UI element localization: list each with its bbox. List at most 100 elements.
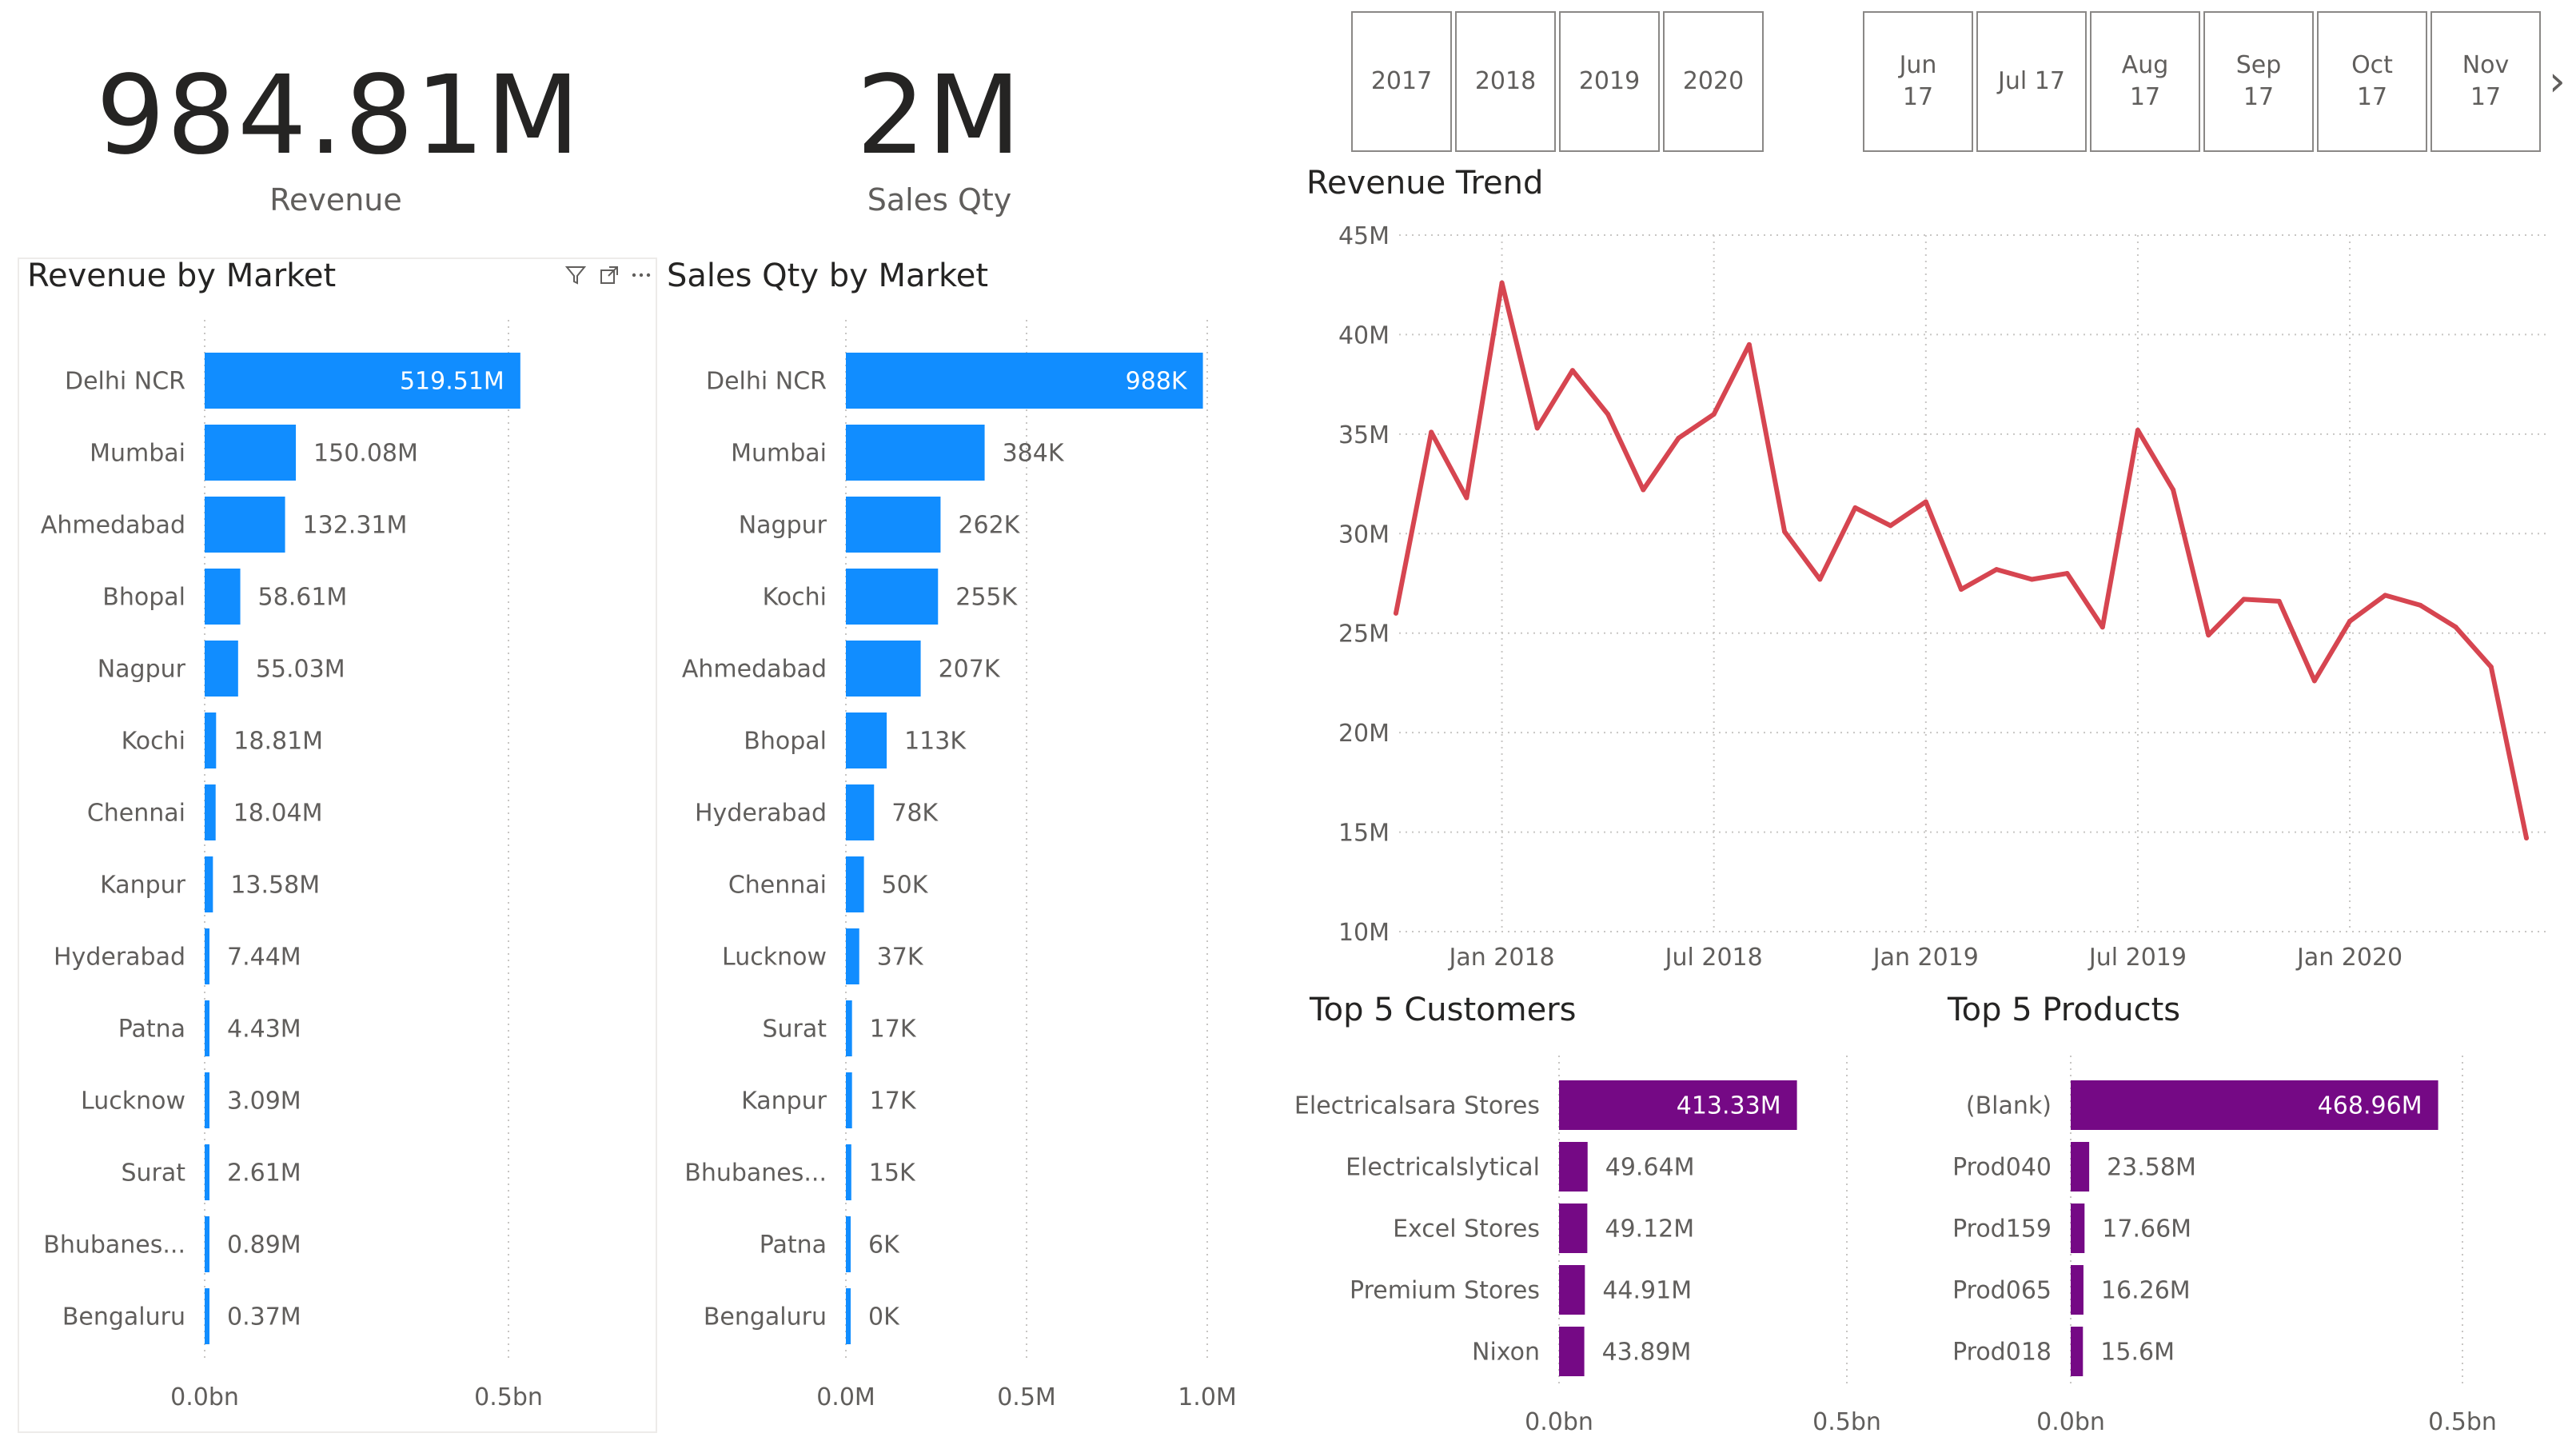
x-tick-label: 0.5bn <box>2428 1408 2497 1436</box>
category-label-chennai: Chennai <box>87 800 185 828</box>
data-label-bhopal: 113K <box>904 728 967 756</box>
x-tick-label: 0.5bn <box>1812 1408 1881 1436</box>
bar-hyderabad <box>846 784 875 840</box>
data-point-2019-11 <box>2276 598 2282 604</box>
bar-chennai <box>846 856 864 912</box>
month-tile-oct-17[interactable]: Oct 17 <box>2317 11 2427 152</box>
filter-icon[interactable] <box>564 264 587 286</box>
bar-prod018 <box>2071 1327 2084 1376</box>
data-label-electricalsara-stores: 413.33M <box>1677 1092 1781 1120</box>
data-point-2018-03 <box>1569 368 1575 373</box>
bar-nixon <box>1559 1327 1585 1376</box>
data-point-2018-10 <box>1817 577 1823 582</box>
data-label-prod159: 17.66M <box>2102 1215 2191 1243</box>
data-point-2018-04 <box>1605 411 1611 417</box>
data-label-bengaluru: 0K <box>868 1303 900 1331</box>
data-point-2019-03 <box>1994 567 2000 573</box>
category-label-chennai: Chennai <box>728 872 827 900</box>
data-label-bhopal: 58.61M <box>258 584 348 612</box>
data-label-nixon: 43.89M <box>1602 1339 1692 1367</box>
top5-customers-title: Top 5 Customers <box>1310 992 1577 1028</box>
data-point-2017-11 <box>1429 429 1434 435</box>
bar-surat <box>846 1000 852 1056</box>
data-point-2018-09 <box>1782 529 1788 534</box>
sales-qty-card: 2M Sales Qty <box>700 56 1179 218</box>
data-label-bhubanes: 0.89M <box>227 1231 301 1259</box>
data-point-2019-08 <box>2171 487 2176 493</box>
data-point-2018-12 <box>1888 523 1893 529</box>
year-tile-2019[interactable]: 2019 <box>1559 11 1660 152</box>
data-label-surat: 17K <box>870 1016 917 1044</box>
category-label-premium-stores: Premium Stores <box>1350 1277 1540 1305</box>
sales-qty-value: 2M <box>856 53 1023 179</box>
bar-patna <box>846 1216 851 1272</box>
month-tile-jun-17[interactable]: Jun 17 <box>1863 11 1973 152</box>
data-label-hyderabad: 7.44M <box>227 944 301 972</box>
category-label-kanpur: Kanpur <box>741 1088 827 1116</box>
data-label-ahmedabad: 207K <box>939 656 1001 684</box>
data-label-lucknow: 3.09M <box>227 1088 301 1116</box>
data-point-2020-04 <box>2453 625 2458 630</box>
category-label-kochi: Kochi <box>763 584 827 612</box>
category-label-hyderabad: Hyderabad <box>54 944 185 972</box>
top5-products-chart: 0.0bn 0.5bn (Blank) 468.96M Prod040 23.58M Pro… <box>1952 1056 2497 1436</box>
month-tile-jul-17[interactable]: Jul 17 <box>1976 11 2087 152</box>
bar-bengaluru <box>205 1288 209 1344</box>
category-label-surat: Surat <box>121 1160 185 1188</box>
data-point-2018-08 <box>1746 341 1752 347</box>
focus-mode-icon[interactable] <box>598 264 620 286</box>
data-label-prod065: 16.26M <box>2101 1277 2191 1305</box>
revenue-by-market-title: Revenue by Market <box>27 257 337 294</box>
bar-lucknow <box>205 1072 209 1128</box>
category-label-electricalslytical: Electricalslytical <box>1346 1154 1540 1182</box>
category-label-delhi-ncr: Delhi NCR <box>65 368 185 396</box>
bar-ahmedabad <box>205 497 285 553</box>
category-label-bhubanes: Bhubanes... <box>43 1231 185 1259</box>
data-point-2019-09 <box>2206 633 2211 638</box>
data-point-2019-04 <box>2029 577 2035 582</box>
category-label-ahmedabad: Ahmedabad <box>682 656 827 684</box>
bar-mumbai <box>846 425 985 481</box>
category-label-mumbai: Mumbai <box>90 440 185 468</box>
category-label-lucknow: Lucknow <box>722 944 827 972</box>
bar-nagpur <box>846 497 941 553</box>
category-label-nixon: Nixon <box>1472 1339 1540 1367</box>
y-tick-label: 10M <box>1338 919 1390 947</box>
bar-kochi <box>846 569 939 625</box>
category-label-ahmedabad: Ahmedabad <box>41 512 185 540</box>
year-tile-2018[interactable]: 2018 <box>1455 11 1556 152</box>
bar-kanpur <box>205 856 213 912</box>
bar-prod040 <box>2071 1142 2090 1192</box>
chevron-right-icon[interactable]: › <box>2549 58 2566 106</box>
category-label-nagpur: Nagpur <box>739 512 827 540</box>
more-options-icon[interactable] <box>630 264 652 286</box>
sales-qty-by-market-title: Sales Qty by Market <box>667 257 989 294</box>
revenue-trend-title: Revenue Trend <box>1306 165 1544 202</box>
data-label-prod040: 23.58M <box>2107 1154 2196 1182</box>
month-tile-sep-17[interactable]: Sep 17 <box>2203 11 2314 152</box>
month-tile-nov-17[interactable]: Nov 17 <box>2430 11 2541 152</box>
data-label-surat: 2.61M <box>227 1160 301 1188</box>
category-label-lucknow: Lucknow <box>81 1088 185 1116</box>
data-label-kochi: 255K <box>955 584 1018 612</box>
category-label-prod018: Prod018 <box>1952 1339 2052 1367</box>
year-tile-2017[interactable]: 2017 <box>1351 11 1452 152</box>
x-tick-label: 0.0bn <box>2036 1408 2105 1436</box>
data-label-kanpur: 17K <box>870 1088 917 1116</box>
month-tile-aug-17[interactable]: Aug 17 <box>2090 11 2200 152</box>
category-label-bengaluru: Bengaluru <box>704 1303 827 1331</box>
bar-kanpur <box>846 1072 852 1128</box>
sales-qty-by-market-chart: 0.0M 0.5M 1.0M Delhi NCR 988K Mumbai 384K Nagpu… <box>682 320 1237 1411</box>
data-label-nagpur: 262K <box>958 512 1020 540</box>
y-tick-label: 40M <box>1338 321 1390 349</box>
y-tick-label: 20M <box>1338 720 1390 748</box>
data-point-2020-03 <box>2418 602 2423 608</box>
x-tick-label: 0.5M <box>997 1383 1056 1411</box>
bar-excel-stores <box>1559 1203 1588 1253</box>
category-label-bhopal: Bhopal <box>102 584 185 612</box>
revenue-trend-line <box>1394 280 2529 840</box>
bar-premium-stores <box>1559 1265 1585 1315</box>
data-point-2018-02 <box>1534 425 1540 431</box>
y-tick-label: 45M <box>1338 222 1390 250</box>
year-tile-2020[interactable]: 2020 <box>1663 11 1764 152</box>
